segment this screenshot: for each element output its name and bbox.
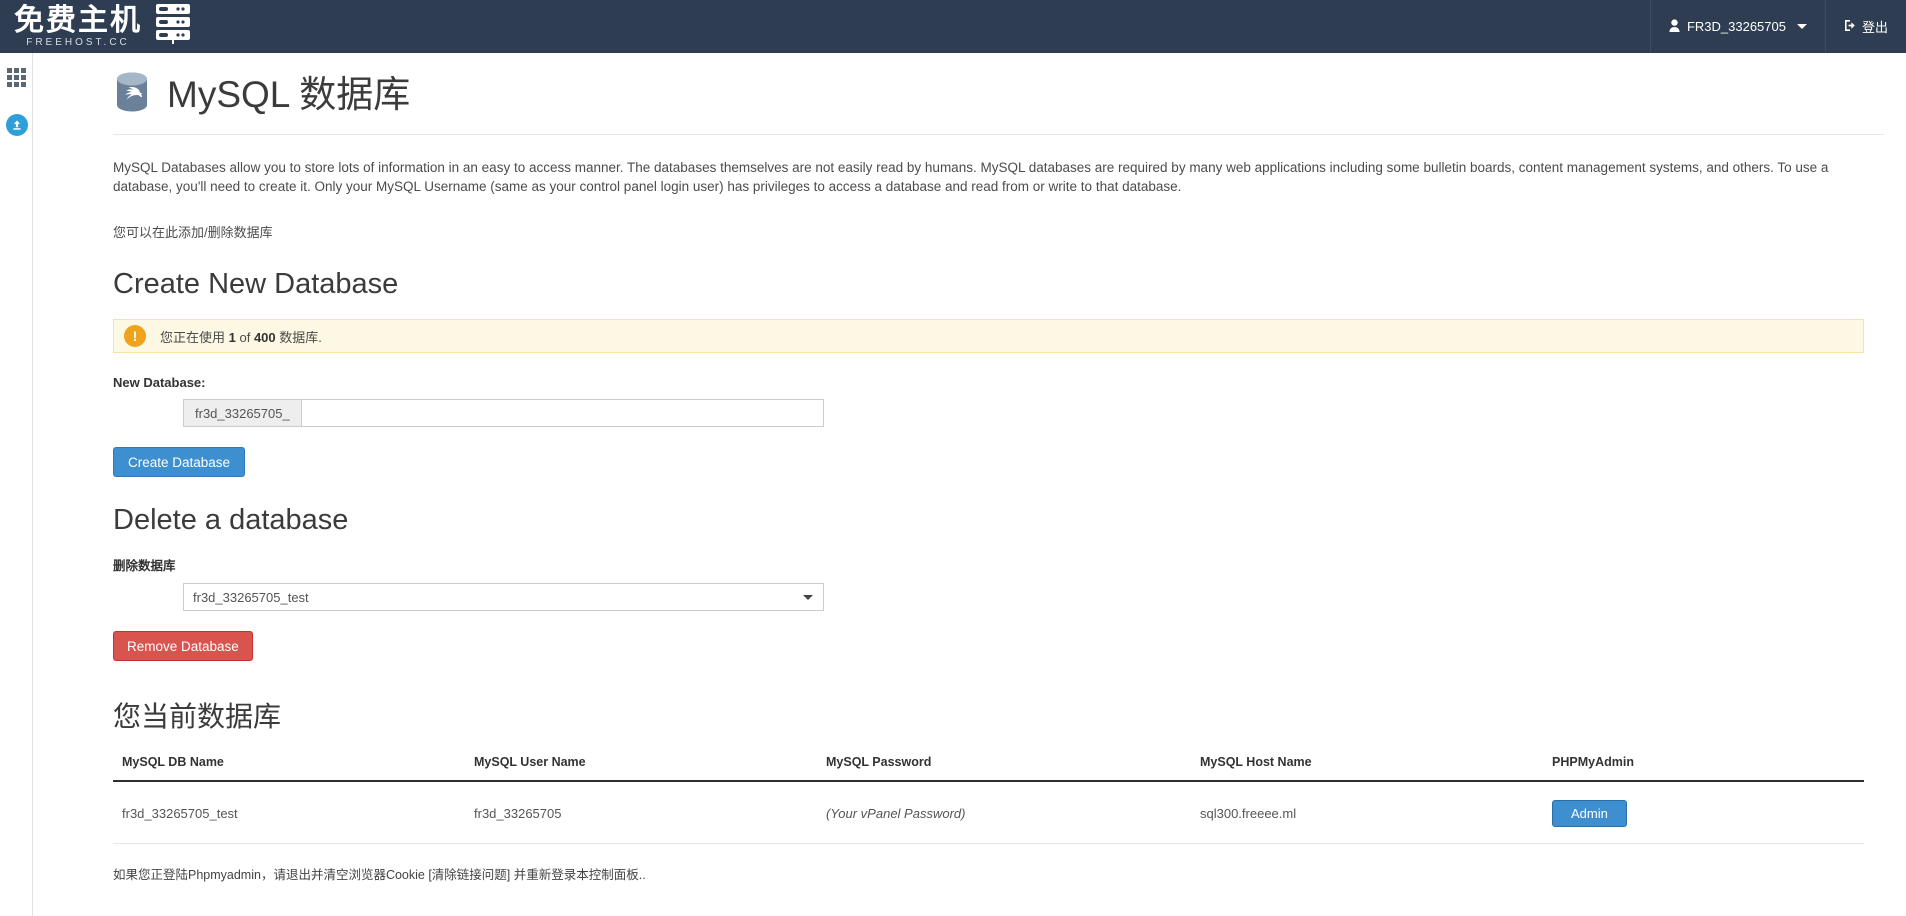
alert-prefix: 您正在使用 xyxy=(160,329,229,345)
user-name-label: FR3D_33265705 xyxy=(1686,19,1786,34)
database-prefix-addon: fr3d_33265705_ xyxy=(183,399,301,427)
alert-middle: of xyxy=(235,329,254,345)
logout-label: 登出 xyxy=(1861,20,1888,35)
page-header: MySQL 数据库 xyxy=(113,53,1884,135)
delete-database-select[interactable]: fr3d_33265705_test xyxy=(183,583,824,611)
user-icon xyxy=(1669,18,1680,35)
page-description-cn: 您可以在此添加/删除数据库 xyxy=(113,225,273,240)
cell-phpmyadmin: Admin xyxy=(1543,781,1864,844)
current-databases-heading: 您当前数据库 xyxy=(113,700,282,733)
logout-button[interactable]: 登出 xyxy=(1824,0,1906,53)
cell-user-name: fr3d_33265705 xyxy=(465,781,817,844)
new-database-input[interactable] xyxy=(300,399,824,427)
column-header-phpmyadmin: PHPMyAdmin xyxy=(1543,755,1864,782)
main-content: MySQL 数据库 MySQL Databases allow you to s… xyxy=(33,53,1906,916)
upload-icon xyxy=(5,114,28,136)
grid-apps-icon xyxy=(7,67,26,87)
column-header-password: MySQL Password xyxy=(817,755,1191,782)
column-header-user-name: MySQL User Name xyxy=(465,755,817,782)
server-rack-icon xyxy=(152,2,194,51)
database-usage-alert: ! 您正在使用 1 of 400 数据库. xyxy=(113,319,1864,353)
new-database-label: New Database: xyxy=(113,375,206,390)
brand-name-en: FREEHOST.CC xyxy=(26,36,130,48)
cell-host-name: sql300.freeee.ml xyxy=(1191,781,1543,844)
create-database-button[interactable]: Create Database xyxy=(113,447,246,477)
content-inner: MySQL 数据库 MySQL Databases allow you to s… xyxy=(33,53,1906,916)
alert-suffix: 数据库. xyxy=(275,329,322,345)
left-icon-rail xyxy=(0,53,33,916)
topbar-right-group: FR3D_33265705 登出 xyxy=(1649,0,1906,53)
remove-database-button[interactable]: Remove Database xyxy=(113,631,253,661)
chevron-down-icon xyxy=(1796,24,1807,29)
delete-database-select-wrap: fr3d_33265705_test xyxy=(183,583,824,611)
database-usage-text: 您正在使用 1 of 400 数据库. xyxy=(160,327,322,346)
alert-total-count: 400 xyxy=(253,329,276,345)
logout-icon xyxy=(1844,19,1857,35)
brand-text: 免费主机 FREEHOST.CC xyxy=(14,2,142,49)
page-description: MySQL Databases allow you to store lots … xyxy=(113,160,1829,194)
column-header-db-name: MySQL DB Name xyxy=(113,755,465,782)
upload-button[interactable] xyxy=(0,101,33,149)
cell-password: (Your vPanel Password) xyxy=(817,781,1191,844)
delete-database-label-cn: 删除数据库 xyxy=(113,559,176,573)
create-database-heading: Create New Database xyxy=(113,268,399,300)
phpmyadmin-note-cn: 如果您正登陆Phpmyadmin，请退出并清空浏览器Cookie [清除链接问题… xyxy=(113,868,646,882)
apps-grid-button[interactable] xyxy=(0,53,33,101)
top-navigation-bar: 免费主机 FREEHOST.CC FR3D_33265705 登出 xyxy=(0,0,1906,53)
new-database-input-group: fr3d_33265705_ xyxy=(183,399,824,427)
phpmyadmin-admin-button[interactable]: Admin xyxy=(1552,800,1627,827)
delete-database-heading: Delete a database xyxy=(113,504,349,536)
user-menu[interactable]: FR3D_33265705 xyxy=(1649,0,1825,53)
table-row: fr3d_33265705_test fr3d_33265705 (Your v… xyxy=(113,781,1864,844)
databases-table: MySQL DB Name MySQL User Name MySQL Pass… xyxy=(113,755,1864,844)
brand-name-cn: 免费主机 xyxy=(14,2,142,38)
exclamation-circle-icon: ! xyxy=(124,325,146,347)
cell-db-name: fr3d_33265705_test xyxy=(113,781,465,844)
page-title: MySQL 数据库 xyxy=(167,73,411,115)
table-header-row: MySQL DB Name MySQL User Name MySQL Pass… xyxy=(113,755,1864,782)
column-header-host-name: MySQL Host Name xyxy=(1191,755,1543,782)
alert-used-count: 1 xyxy=(228,329,236,345)
brand-logo[interactable]: 免费主机 FREEHOST.CC xyxy=(0,0,194,53)
mysql-database-icon xyxy=(113,71,151,118)
